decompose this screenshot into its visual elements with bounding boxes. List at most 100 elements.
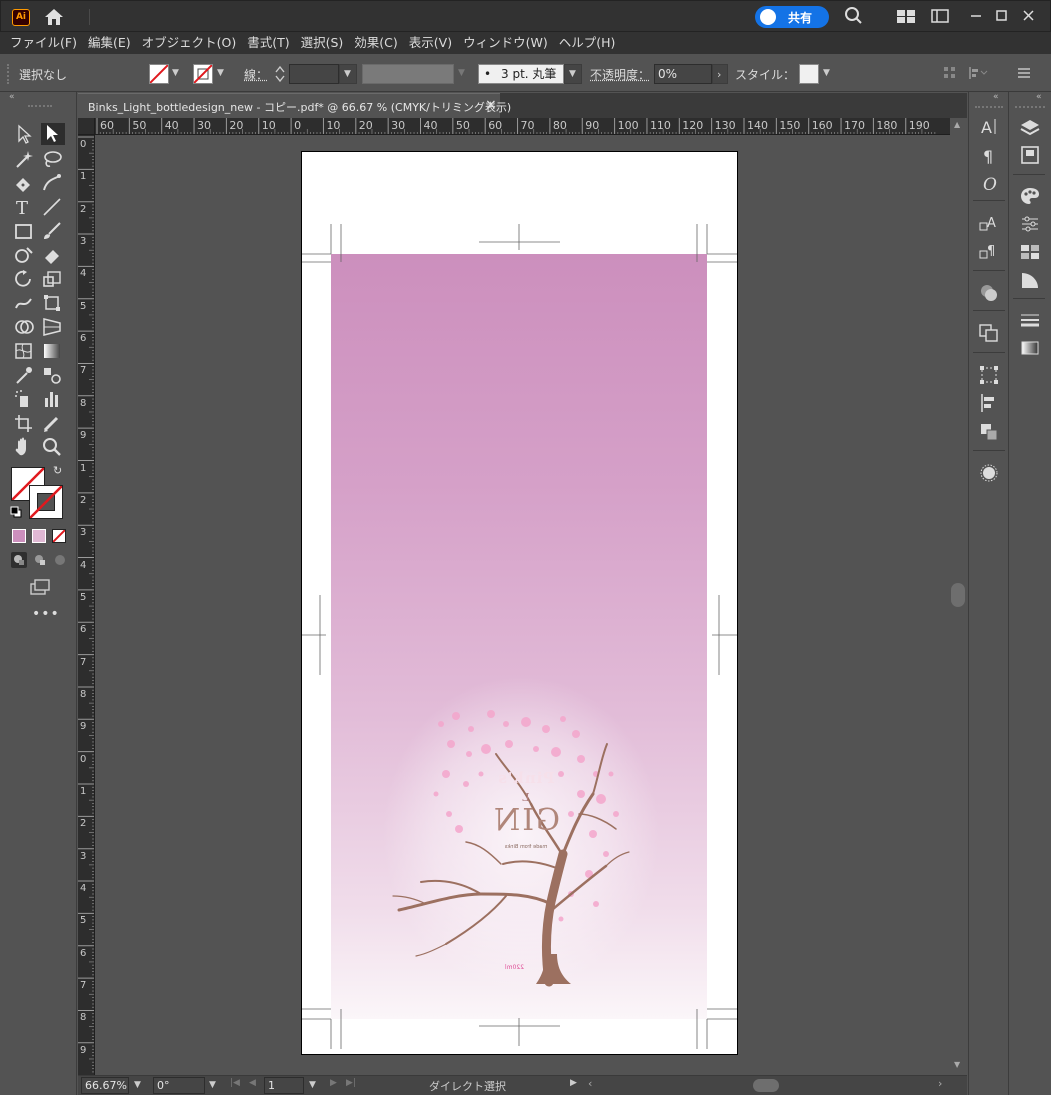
artboard-number-field[interactable]: 1 [264, 1077, 304, 1094]
scroll-down-icon[interactable]: ▼ [954, 1060, 960, 1069]
paragraph-icon[interactable]: ¶ [978, 145, 1000, 166]
swap-fill-stroke-icon[interactable]: ↻ [53, 464, 62, 477]
layers-icon[interactable] [1019, 118, 1041, 138]
none-mode-icon[interactable] [52, 529, 66, 543]
brush-definition[interactable]: • 3 pt. 丸筆 [478, 64, 564, 84]
search-icon[interactable] [843, 6, 865, 26]
gradient-tool-icon[interactable] [41, 341, 65, 363]
grip-handle[interactable] [975, 106, 1003, 108]
fill-swatch[interactable] [149, 64, 169, 84]
paintbrush-tool-icon[interactable] [41, 221, 65, 243]
mesh-tool-icon[interactable] [13, 341, 37, 363]
eyedropper-tool-icon[interactable] [13, 365, 37, 387]
close-icon[interactable] [1018, 6, 1040, 26]
paragraph-styles-icon[interactable]: ¶ [978, 241, 1000, 261]
menu-effect[interactable]: 効果(C) [349, 33, 403, 53]
opacity-dropdown[interactable]: › [712, 64, 728, 84]
minimize-icon[interactable] [965, 6, 987, 26]
maximize-icon[interactable] [991, 6, 1013, 26]
home-icon[interactable] [43, 7, 65, 27]
zoom-field[interactable]: 66.67% [81, 1077, 129, 1094]
pathfinder-icon[interactable] [978, 323, 1000, 343]
variable-width-profile[interactable] [362, 64, 454, 84]
menu-view[interactable]: 表示(V) [404, 33, 458, 53]
character-icon[interactable]: A [978, 116, 1000, 137]
more-tools-icon[interactable]: ••• [32, 606, 60, 622]
menu-help[interactable]: ヘルプ(H) [554, 33, 622, 53]
menu-window[interactable]: ウィンドウ(W) [458, 33, 554, 53]
stroke-color-box[interactable] [29, 485, 63, 519]
chevron-down-icon[interactable]: ▼ [209, 1080, 216, 1090]
scroll-left-icon[interactable]: ‹ [588, 1077, 592, 1090]
magic-wand-tool-icon[interactable] [13, 149, 37, 171]
grip-handle[interactable] [7, 64, 9, 84]
scroll-thumb[interactable] [951, 583, 965, 607]
scale-tool-icon[interactable] [41, 269, 65, 291]
vertical-ruler[interactable]: 0 1 2 3 4 5 6 7 8 9 1 2 3 4 5 6 7 8 9 0 1 2 3 4 5 6 7 8 9 [78, 135, 95, 1075]
blend-tool-icon[interactable] [41, 365, 65, 387]
chevron-down-icon[interactable]: ▼ [823, 68, 830, 78]
color-mode-icon[interactable] [12, 529, 26, 543]
symbol-sprayer-tool-icon[interactable] [13, 389, 37, 411]
collapse-icon[interactable]: « [9, 92, 15, 102]
arrange-grid-icon[interactable] [943, 66, 957, 80]
shape-builder-tool-icon[interactable] [13, 317, 37, 339]
column-graph-tool-icon[interactable] [41, 389, 65, 411]
chevron-down-icon[interactable]: ▼ [134, 1080, 141, 1090]
menu-file[interactable]: ファイル(F) [5, 33, 83, 53]
graphic-style-swatch[interactable] [799, 64, 819, 84]
menu-type[interactable]: 書式(T) [242, 33, 295, 53]
shaper-tool-icon[interactable] [13, 245, 37, 267]
share-button[interactable]: 共有 [755, 6, 829, 28]
collapse-icon[interactable]: « [993, 92, 999, 102]
gradient-mode-icon[interactable] [32, 529, 46, 543]
menu-edit[interactable]: 編集(E) [83, 33, 137, 53]
appearance-icon[interactable] [978, 283, 1000, 303]
scroll-right-icon[interactable]: › [938, 1077, 942, 1090]
close-tab-icon[interactable]: × [485, 97, 497, 113]
stroke-swatch[interactable] [193, 64, 213, 84]
rectangle-tool-icon[interactable] [13, 221, 37, 243]
swatches-icon[interactable] [1019, 242, 1041, 262]
stroke-weight-stepper[interactable] [273, 64, 287, 84]
draw-normal-icon[interactable] [11, 552, 27, 568]
horizontal-ruler[interactable]: 60 50 40 30 20 10 0 10 20 30 40 50 60 70 80 90 100 110 120… [95, 118, 950, 135]
pencil-tool-icon[interactable] [41, 413, 65, 435]
grip-handle[interactable] [1015, 106, 1045, 108]
warp-tool-icon[interactable] [13, 293, 37, 315]
color-palette-icon[interactable] [1019, 186, 1041, 206]
chevron-down-icon[interactable]: ▼ [172, 68, 179, 78]
draw-inside-icon[interactable] [52, 552, 68, 568]
curvature-tool-icon[interactable] [41, 173, 65, 195]
menu-select[interactable]: 選択(S) [296, 33, 350, 53]
hand-tool-icon[interactable] [13, 437, 37, 459]
stroke-weight-dropdown[interactable]: ▼ [339, 64, 357, 84]
direct-selection-tool-icon[interactable] [41, 123, 65, 145]
eraser-tool-icon[interactable] [41, 245, 65, 267]
first-artboard-icon[interactable]: |◀ [230, 1078, 240, 1088]
line-tool-icon[interactable] [41, 197, 65, 219]
brush-dropdown[interactable]: ▼ [564, 64, 582, 84]
free-transform-tool-icon[interactable] [41, 293, 65, 315]
arrange-panel-icon[interactable] [978, 421, 1000, 441]
align-panel-icon[interactable] [978, 393, 1000, 413]
horizontal-scroll-thumb[interactable] [753, 1079, 779, 1092]
chevron-down-icon[interactable]: ▼ [217, 68, 224, 78]
pen-tool-icon[interactable] [13, 173, 37, 195]
prev-artboard-icon[interactable]: ◀ [249, 1078, 256, 1088]
opentype-icon[interactable]: O [978, 173, 1000, 195]
align-icon[interactable] [968, 66, 988, 80]
image-trace-icon[interactable] [978, 463, 1000, 483]
stroke-weight-field[interactable] [289, 64, 339, 84]
character-styles-icon[interactable]: A [978, 213, 1000, 233]
artboard[interactable]: Pink's L GIN made from Binks 220ml [301, 151, 738, 1055]
panel-menu-icon[interactable] [1017, 67, 1031, 79]
artboard-tool-icon[interactable] [13, 413, 37, 435]
gradient-panel-icon[interactable] [1019, 270, 1041, 290]
last-artboard-icon[interactable]: ▶| [346, 1078, 356, 1088]
opacity-field[interactable]: 0% [654, 64, 712, 84]
next-artboard-icon[interactable]: ▶ [330, 1078, 337, 1088]
canvas[interactable]: Pink's L GIN made from Binks 220ml [95, 135, 950, 1075]
default-fill-stroke-icon[interactable] [10, 506, 22, 518]
vertical-scrollbar[interactable]: ▲ ▼ [950, 118, 967, 1075]
